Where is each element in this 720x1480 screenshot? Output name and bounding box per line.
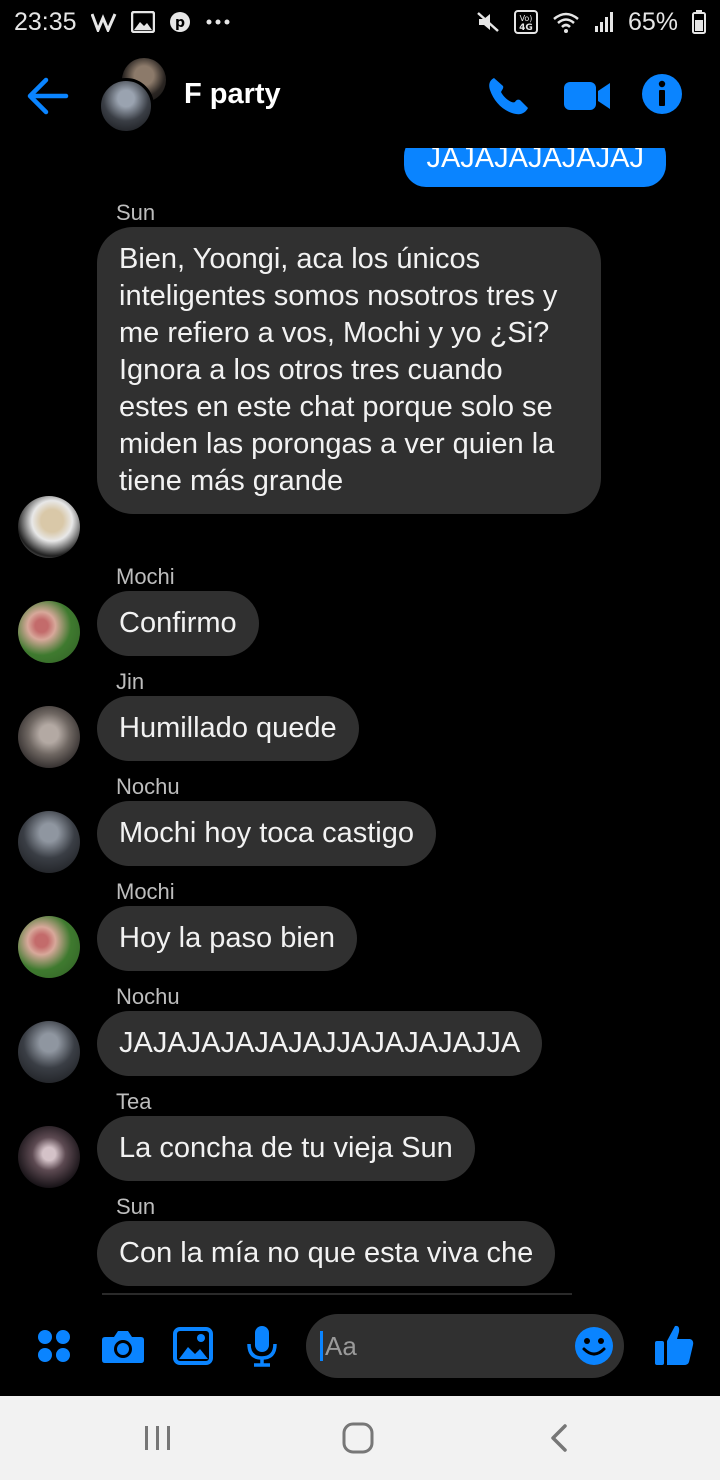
voice-call-button[interactable] [484,74,532,118]
divider [102,1293,572,1295]
message-bubble[interactable]: JAJAJAJAJAJAJJAJAJAJAJJA [97,1011,543,1076]
message-list[interactable]: JAJAJAJAJAJAJ Sun Bien, Yoongi, aca los … [0,148,720,1300]
recent-apps-icon [145,1426,170,1450]
svg-text:4G: 4G [519,23,533,33]
back-arrow-icon [27,77,69,115]
svg-text:p: p [175,15,185,31]
avatar[interactable] [18,496,80,558]
message-input-placeholder: Aa [325,1330,357,1361]
chat-header: F party [0,44,720,148]
svg-text:Vo): Vo) [520,14,533,23]
avatar[interactable] [18,601,80,663]
message-bubble[interactable]: Con la mía no que esta viva che [97,1221,556,1286]
more-actions-button[interactable] [34,1326,74,1366]
composer-bar: Aa [0,1300,720,1396]
volte-4g-icon: Vo) 4G [513,10,538,34]
system-back-button[interactable] [540,1420,580,1456]
sender-name: Nochu [116,984,180,1009]
gallery-icon [130,11,155,33]
avatar[interactable] [18,916,80,978]
wifi-icon [552,11,580,33]
status-bar: 23:35 p Vo) 4G 65% [0,0,720,44]
text-caret [320,1331,323,1361]
sender-name: Tea [116,1089,152,1114]
emoji-button[interactable] [574,1326,614,1366]
voice-message-button[interactable] [244,1324,280,1368]
message-bubble[interactable]: Bien, Yoongi, aca los únicos inteligente… [97,227,601,514]
home-button[interactable] [338,1420,378,1456]
gallery-button[interactable] [172,1326,214,1366]
microphone-icon [247,1326,277,1367]
like-button[interactable] [652,1322,696,1368]
status-bar-right: Vo) 4G 65% [476,8,706,37]
battery-percent: 65% [627,7,678,36]
battery-icon [692,10,706,34]
message-bubble[interactable]: La concha de tu vieja Sun [97,1116,475,1181]
thumbs-up-icon [655,1325,694,1365]
info-icon [642,74,682,114]
status-bar-left: 23:35 p [14,8,231,37]
sender-name: Mochi [116,879,175,904]
camera-icon [102,1331,144,1363]
video-camera-icon [564,82,610,110]
chat-title[interactable]: F party [184,78,281,111]
group-avatar[interactable] [98,58,174,134]
info-button[interactable] [640,72,684,116]
signal-icon [594,11,614,33]
more-dots-icon [205,18,231,26]
wordpress-icon [90,12,117,32]
sender-name: Sun [116,200,156,225]
avatar[interactable] [18,811,80,873]
message-bubble[interactable]: Hoy la paso bien [97,906,358,971]
video-call-button[interactable] [562,76,612,116]
image-icon [173,1327,213,1365]
message-input[interactable]: Aa [306,1314,624,1378]
message-bubble[interactable]: Confirmo [97,591,259,656]
back-button[interactable] [24,74,72,118]
recent-apps-button[interactable] [138,1420,178,1456]
sender-name: Sun [116,1194,156,1219]
smiley-icon [575,1327,613,1365]
group-avatar-member-2 [98,78,154,134]
sender-name: Jin [116,669,145,694]
avatar[interactable] [18,706,80,768]
camera-button[interactable] [100,1326,146,1366]
pinterest-icon: p [169,11,191,33]
mute-icon [476,11,500,33]
message-bubble[interactable]: Mochi hoy toca castigo [97,801,436,866]
four-dots-icon [38,1330,70,1362]
chevron-left-icon [551,1424,567,1452]
status-time: 23:35 [14,7,77,36]
sender-name: Mochi [116,564,175,589]
sender-name: Nochu [116,774,180,799]
message-bubble[interactable]: Humillado quede [97,696,359,761]
avatar[interactable] [18,1126,80,1188]
home-icon [342,1422,374,1454]
phone-icon [489,78,528,115]
system-nav-bar [0,1396,720,1480]
message-bubble-sent[interactable]: JAJAJAJAJAJAJ [404,148,666,187]
avatar[interactable] [18,1021,80,1083]
